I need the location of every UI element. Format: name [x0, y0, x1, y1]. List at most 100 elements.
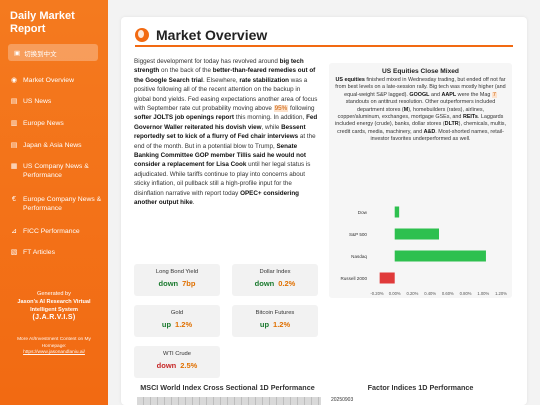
x-tick-label: 0.20% — [406, 291, 418, 296]
sidebar-item-us-news[interactable]: ▤ US News — [10, 97, 52, 106]
metric-number: 2.5% — [180, 361, 198, 370]
generated-by-label: Generated by — [37, 291, 71, 297]
metrics-grid: Long Bond Yield down 7bp Dollar Index down 0.… — [134, 264, 318, 378]
category-label: S&P 500 — [349, 232, 367, 237]
metric-direction: up — [259, 320, 270, 329]
building-icon: ▦ — [10, 163, 18, 170]
us-equities-text: US equities finished mixed in Wednesday … — [335, 77, 506, 144]
page-title: Market Overview — [156, 27, 268, 43]
film-icon: ▧ — [10, 249, 18, 256]
sidebar: Daily Market Report ▣ 切换到中文 ◉ Market Over… — [0, 0, 108, 405]
category-label: Nasdaq — [351, 254, 367, 259]
x-tick-label: 1.20% — [495, 291, 507, 296]
metric-direction: up — [161, 320, 172, 329]
metric-bitcoin-futures: Bitcoin Futures up 1.2% — [232, 305, 318, 337]
sidebar-item-us-company-news-performance[interactable]: ▦ US Company News & Performance — [10, 162, 105, 180]
emphasis-text: GOOGL — [409, 91, 430, 98]
x-tick-label: 0.60% — [442, 291, 454, 296]
sidebar-item-label: US News — [23, 98, 52, 105]
metric-label: Dollar Index — [259, 269, 291, 275]
emphasis-text: DLTR — [444, 121, 459, 128]
sidebar-item-ficc-performance[interactable]: ⊿ FICC Performance — [10, 227, 80, 236]
body-text: were the Mag — [456, 91, 492, 98]
homepage-link[interactable]: https://www.jasonandlaniu.ai/ — [23, 350, 85, 355]
sidebar-item-europe-news[interactable]: ▥ Europe News — [10, 119, 64, 128]
metric-wti-crude: WTI Crude down 2.5% — [134, 346, 220, 378]
globe-icon — [135, 28, 149, 42]
msci-section-title: MSCI World Index Cross Sectional 1D Perf… — [140, 383, 315, 392]
brand-title: Daily Market Report — [10, 10, 75, 35]
author-name: Jason's AI Research Virtual Intelligent … — [17, 299, 91, 313]
highlight-value: 7 — [491, 91, 497, 98]
sidebar-item-market-overview[interactable]: ◉ Market Overview — [10, 76, 74, 85]
metric-direction: down — [156, 361, 177, 370]
body-text: , while — [261, 123, 282, 131]
metric-value: down 2.5% — [134, 361, 220, 370]
language-toggle-button[interactable]: ▣ 切换到中文 — [8, 44, 98, 61]
flag-icon: ▤ — [10, 142, 18, 149]
x-tick-label: 0.80% — [460, 291, 472, 296]
metric-gold: Gold up 1.2% — [134, 305, 220, 337]
metric-number: 7bp — [182, 279, 196, 288]
euro-icon: € — [12, 196, 16, 203]
highlight-value: 95% — [273, 105, 289, 113]
sidebar-item-europe-company-news-performance[interactable]: € Europe Company News & Performance — [10, 195, 105, 213]
x-tick-label: -0.20% — [370, 291, 384, 296]
metric-direction: down — [158, 279, 179, 288]
flag-icon: ▤ — [10, 98, 18, 105]
metric-label: Gold — [170, 310, 184, 316]
metric-value: up 1.2% — [232, 320, 318, 329]
bar-nasdaq — [394, 250, 486, 262]
metric-number: 1.2% — [175, 320, 193, 329]
us-equities-title: US Equities Close Mixed — [382, 68, 459, 75]
sidebar-item-japan-asia-news[interactable]: ▤ Japan & Asia News — [10, 141, 82, 150]
emphasis-text: rate stabilization — [239, 76, 290, 84]
sidebar-item-label: Market Overview — [23, 77, 74, 84]
metric-value: down 0.2% — [232, 279, 318, 288]
bar-russell-2000 — [379, 272, 395, 284]
homepage-block: More AI/Investment Content on My Homepag… — [6, 337, 102, 357]
category-label: Russell 2000 — [340, 276, 367, 281]
category-label: Dow — [358, 210, 368, 215]
market-summary-text: Biggest development for today has revolv… — [134, 57, 318, 208]
section-header: Market Overview — [135, 27, 267, 43]
market-overview-card: Market Overview Biggest development for … — [121, 17, 527, 405]
title-divider — [135, 45, 513, 47]
x-tick-label: 0.00% — [389, 291, 401, 296]
sidebar-item-label: FICC Performance — [23, 228, 80, 235]
emphasis-text: softer JOLTS job openings report — [134, 114, 234, 122]
x-tick-label: 0.40% — [424, 291, 436, 296]
sidebar-item-label: Japan & Asia News — [23, 142, 82, 149]
sidebar-item-label: US Company News & Performance — [23, 163, 89, 179]
body-text: and — [429, 91, 442, 98]
body-text: . Elsewhere, — [202, 76, 240, 84]
sidebar-item-label: FT Articles — [23, 249, 55, 256]
chart-icon: ⊿ — [11, 228, 17, 235]
metric-label: Bitcoin Futures — [255, 310, 295, 316]
sidebar-item-ft-articles[interactable]: ▧ FT Articles — [10, 248, 55, 257]
language-icon: ▣ — [14, 49, 21, 57]
index-performance-chart: Dow S&P 500 Nasdaq Russell 2000 -0.20% 0.00% 0… — [340, 206, 507, 296]
metric-value: down 7bp — [134, 279, 220, 288]
x-tick-label: 1.00% — [477, 291, 489, 296]
sidebar-item-label: Europe News — [23, 120, 64, 127]
emphasis-text: A&D — [423, 128, 436, 135]
factor-date: 20250903 — [331, 397, 354, 403]
metric-label: Long Bond Yield — [155, 269, 199, 275]
us-equities-panel: US Equities Close Mixed US equities fini… — [329, 63, 512, 298]
emphasis-text: REITs — [462, 114, 478, 121]
factor-section-title: Factor Indices 1D Performance — [367, 383, 474, 392]
metric-number: 1.2% — [273, 320, 291, 329]
body-text: following — [288, 105, 315, 113]
language-toggle-label: 切换到中文 — [24, 50, 57, 58]
metric-long-bond-yield: Long Bond Yield down 7bp — [134, 264, 220, 296]
metric-number: 0.2% — [278, 279, 296, 288]
msci-table-header — [137, 397, 321, 405]
bar-dow — [394, 206, 400, 218]
body-text: Biggest development for today has revolv… — [134, 58, 280, 65]
metric-label: WTI Crude — [162, 351, 192, 357]
homepage-text: More AI/Investment Content on My Homepag… — [17, 337, 91, 349]
emphasis-text: AAPL — [441, 91, 457, 98]
body-text: . — [192, 199, 195, 207]
metric-dollar-index: Dollar Index down 0.2% — [232, 264, 318, 296]
